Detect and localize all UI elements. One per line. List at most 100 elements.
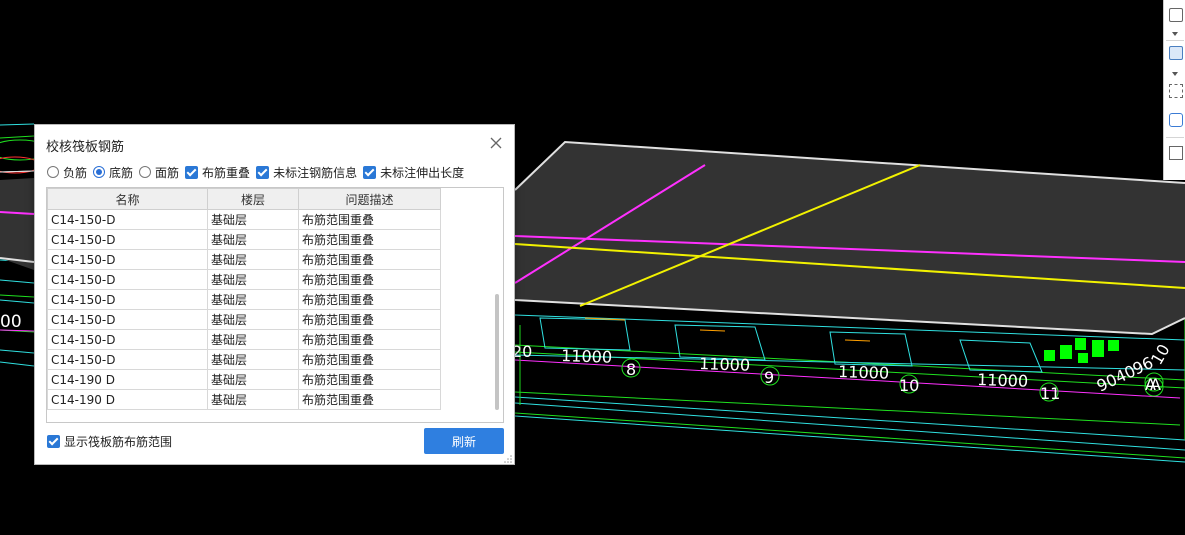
table-row[interactable]: C14-150-D 基础层 布筋范围重叠 xyxy=(47,329,441,350)
cell-floor: 基础层 xyxy=(207,209,299,230)
table-row[interactable]: C14-150-D 基础层 布筋范围重叠 xyxy=(47,349,441,370)
axis-label-9: 9 xyxy=(764,368,774,387)
checkbox-unlabeled-extension-label: 未标注伸出长度 xyxy=(380,165,465,180)
select-region-icon[interactable] xyxy=(1169,84,1183,98)
cell-issue: 布筋范围重叠 xyxy=(298,369,441,390)
dim-label-11000-c: 11000 xyxy=(838,362,890,383)
cell-floor: 基础层 xyxy=(207,389,299,410)
column-header-floor[interactable]: 楼层 xyxy=(207,188,299,210)
cell-floor: 基础层 xyxy=(207,229,299,250)
axis-label-a2: A xyxy=(1150,375,1161,394)
radio-top-rebar[interactable]: 面筋 xyxy=(139,164,179,181)
cell-issue: 布筋范围重叠 xyxy=(298,209,441,230)
marker-4 xyxy=(1078,353,1088,363)
axis-label-11: 11 xyxy=(1040,384,1060,403)
marker-2 xyxy=(1060,345,1072,359)
view-box-selected-icon[interactable] xyxy=(1169,46,1183,60)
checkbox-unlabeled-rebar-info-label: 未标注钢筋信息 xyxy=(273,165,358,180)
cube-view-icon[interactable] xyxy=(1169,113,1183,127)
layer-list-icon[interactable] xyxy=(1169,146,1183,160)
cell-issue: 布筋范围重叠 xyxy=(298,349,441,370)
toolbar-divider xyxy=(1166,40,1184,41)
checkbox-unlabeled-extension[interactable]: 未标注伸出长度 xyxy=(363,164,464,181)
check-raft-rebar-dialog: 校核筏板钢筋 负筋 底筋 面筋 布筋重叠 未标注钢筋信息 未标注伸出长度 名称 … xyxy=(34,124,515,465)
toolbar-divider xyxy=(1166,137,1184,138)
cell-name: C14-150-D xyxy=(47,269,208,290)
marker-5 xyxy=(1092,340,1104,357)
checkbox-unlabeled-rebar-info[interactable]: 未标注钢筋信息 xyxy=(256,164,357,181)
cell-issue: 布筋范围重叠 xyxy=(298,289,441,310)
cell-floor: 基础层 xyxy=(207,369,299,390)
column-header-issue[interactable]: 问题描述 xyxy=(298,188,441,210)
radio-negative-rebar-label: 负筋 xyxy=(63,165,88,180)
table-row[interactable]: C14-150-D 基础层 布筋范围重叠 xyxy=(47,269,441,290)
table-row[interactable]: C14-150-D 基础层 布筋范围重叠 xyxy=(47,249,441,270)
refresh-button[interactable]: 刷新 xyxy=(424,428,504,454)
cell-name: C14-190 D xyxy=(47,389,208,410)
problem-markers[interactable] xyxy=(1044,338,1119,363)
cell-name: C14-150-D xyxy=(47,209,208,230)
cell-name: C14-150-D xyxy=(47,289,208,310)
dim-label-11000-a: 11000 xyxy=(561,346,613,367)
table-header-row: 名称 楼层 问题描述 xyxy=(47,188,441,210)
radio-bottom-rebar[interactable]: 底筋 xyxy=(93,164,133,181)
dim-label-11000-b: 11000 xyxy=(699,354,751,375)
table-row[interactable]: C14-150-D 基础层 布筋范围重叠 xyxy=(47,209,441,230)
cell-floor: 基础层 xyxy=(207,289,299,310)
chevron-down-icon[interactable] xyxy=(1172,72,1178,76)
radio-selected-icon[interactable] xyxy=(93,166,106,178)
cell-name: C14-150-D xyxy=(47,229,208,250)
checkbox-checked-icon[interactable] xyxy=(363,165,377,179)
cell-name: C14-150-D xyxy=(47,349,208,370)
chevron-down-icon[interactable] xyxy=(1172,32,1178,36)
dim-label-20: 20 xyxy=(512,342,532,361)
table-row[interactable]: C14-150-D 基础层 布筋范围重叠 xyxy=(47,309,441,330)
cell-floor: 基础层 xyxy=(207,269,299,290)
show-rebar-range-checkbox[interactable]: 显示筏板筋布筋范围 xyxy=(47,433,172,450)
cell-name: C14-150-D xyxy=(47,329,208,350)
checkbox-checked-icon[interactable] xyxy=(47,435,60,448)
results-table-frame: 名称 楼层 问题描述 C14-150-D 基础层 布筋范围重叠 C14-150-D 基础… xyxy=(46,187,504,423)
radio-negative-rebar[interactable]: 负筋 xyxy=(47,164,87,181)
right-toolbar xyxy=(1163,0,1185,180)
marker-3 xyxy=(1075,338,1086,350)
cell-name: C14-150-D xyxy=(47,309,208,330)
cell-name: C14-190 D xyxy=(47,369,208,390)
cell-issue: 布筋范围重叠 xyxy=(298,329,441,350)
radio-top-rebar-label: 面筋 xyxy=(155,165,180,180)
marker-6 xyxy=(1108,340,1119,351)
cell-issue: 布筋范围重叠 xyxy=(298,389,441,410)
dialog-title: 校核筏板钢筋 xyxy=(46,140,125,155)
cell-floor: 基础层 xyxy=(207,249,299,270)
marker-1 xyxy=(1044,350,1055,361)
checkbox-rebar-overlap[interactable]: 布筋重叠 xyxy=(185,164,250,181)
results-table: 名称 楼层 问题描述 C14-150-D 基础层 布筋范围重叠 C14-150-D 基础… xyxy=(47,188,441,410)
cell-floor: 基础层 xyxy=(207,309,299,330)
table-row[interactable]: C14-150-D 基础层 布筋范围重叠 xyxy=(47,289,441,310)
radio-icon[interactable] xyxy=(139,166,152,178)
show-rebar-range-label: 显示筏板筋布筋范围 xyxy=(64,435,173,449)
dimension-labels: 20 11000 11000 11000 11000 9040 96 10 8 … xyxy=(512,341,1174,403)
filter-options: 负筋 底筋 面筋 布筋重叠 未标注钢筋信息 未标注伸出长度 xyxy=(47,164,470,180)
column-header-name[interactable]: 名称 xyxy=(47,188,208,210)
table-row[interactable]: C14-150-D 基础层 布筋范围重叠 xyxy=(47,229,441,250)
cell-issue: 布筋范围重叠 xyxy=(298,309,441,330)
radio-bottom-rebar-label: 底筋 xyxy=(109,165,134,180)
checkbox-checked-icon[interactable] xyxy=(256,165,270,179)
cell-issue: 布筋范围重叠 xyxy=(298,229,441,250)
table-body: C14-150-D 基础层 布筋范围重叠 C14-150-D 基础层 布筋范围重叠 C14-… xyxy=(47,209,441,410)
axis-label-10: 10 xyxy=(899,376,919,395)
view-box-icon[interactable] xyxy=(1169,8,1183,22)
resize-grip-icon[interactable] xyxy=(503,453,513,463)
checkbox-checked-icon[interactable] xyxy=(185,165,199,179)
close-icon[interactable] xyxy=(488,135,504,151)
table-row[interactable]: C14-190 D 基础层 布筋范围重叠 xyxy=(47,389,441,410)
checkbox-rebar-overlap-label: 布筋重叠 xyxy=(202,165,251,180)
axis-label-8: 8 xyxy=(626,360,636,379)
cell-floor: 基础层 xyxy=(207,349,299,370)
table-row[interactable]: C14-190 D 基础层 布筋范围重叠 xyxy=(47,369,441,390)
vertical-scrollbar[interactable] xyxy=(495,294,499,410)
dim-label-11000-d: 11000 xyxy=(977,370,1029,391)
radio-icon[interactable] xyxy=(47,166,59,178)
dim-label-left: 00 xyxy=(0,312,22,332)
